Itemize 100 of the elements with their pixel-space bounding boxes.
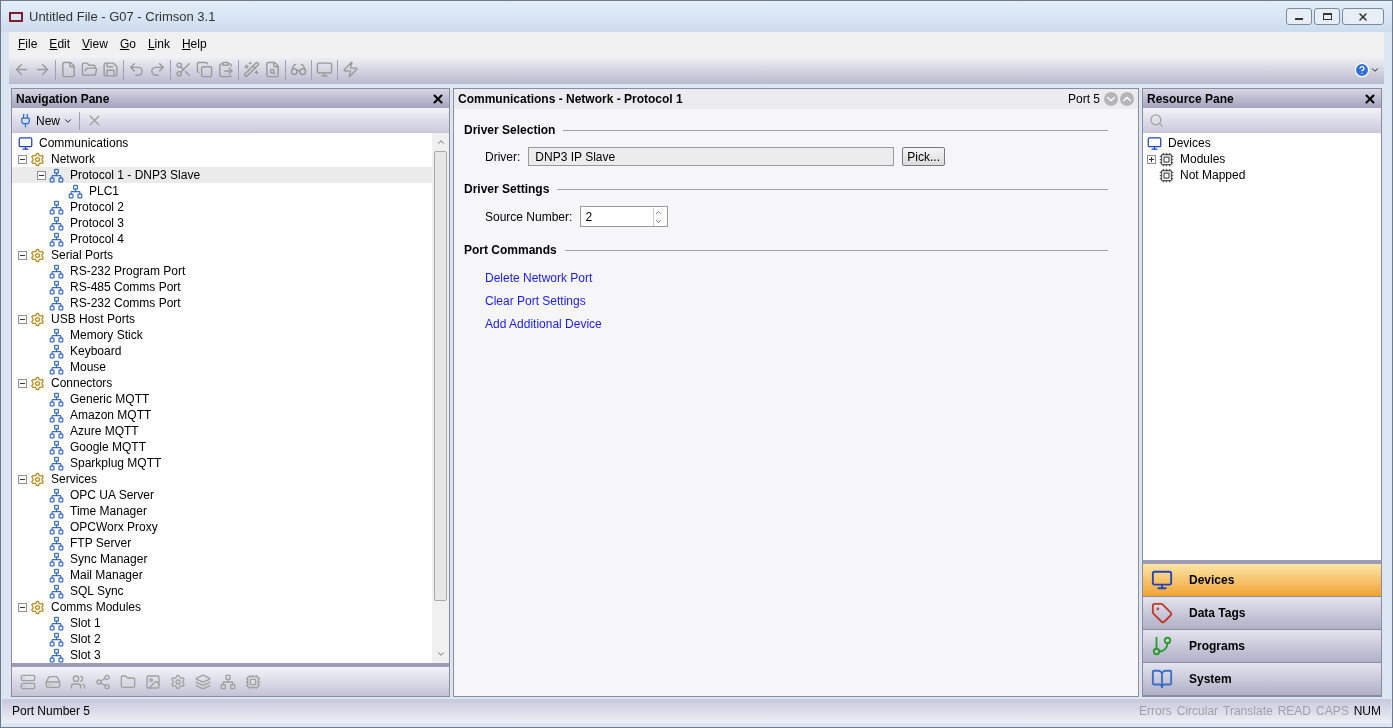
cut-icon[interactable] — [175, 61, 192, 78]
tree-item[interactable]: Memory Stick — [12, 327, 432, 343]
tree-item[interactable]: Modules — [1143, 151, 1381, 167]
tree-item[interactable]: Sync Manager — [12, 551, 432, 567]
spinner-field[interactable]: 2 — [580, 206, 669, 227]
network-icon[interactable] — [220, 673, 236, 690]
glasses-icon[interactable] — [290, 61, 307, 78]
tree-item[interactable]: Protocol 1 - DNP3 Slave — [12, 167, 432, 183]
menu-item[interactable]: Help — [176, 34, 212, 53]
menu-item[interactable]: Go — [114, 34, 141, 53]
lightning-icon[interactable] — [342, 61, 359, 78]
forward-icon[interactable] — [34, 61, 51, 78]
tree-item[interactable]: Sparkplug MQTT — [12, 455, 432, 471]
wand-icon[interactable] — [243, 61, 260, 78]
tree-item[interactable]: FTP Server — [12, 535, 432, 551]
tree-item[interactable]: SQL Sync — [12, 583, 432, 599]
category-tab[interactable]: System — [1143, 663, 1381, 696]
new-button[interactable]: New — [18, 111, 73, 130]
layers-icon[interactable] — [195, 673, 211, 690]
tree-item[interactable]: Communications — [12, 135, 432, 151]
server-icon[interactable] — [20, 673, 36, 690]
tree-item[interactable]: Network — [12, 151, 432, 167]
users-icon[interactable] — [70, 673, 86, 690]
close-icon[interactable] — [1363, 91, 1377, 106]
tree-item[interactable]: Serial Ports — [12, 247, 432, 263]
tree-item[interactable]: Not Mapped — [1143, 167, 1381, 183]
collapse-toggle[interactable] — [18, 154, 27, 164]
tree-item[interactable]: PLC1 — [12, 183, 432, 199]
search-icon[interactable] — [1149, 113, 1164, 128]
tree-item[interactable]: Mouse — [12, 359, 432, 375]
tree-item[interactable]: Slot 3 — [12, 647, 432, 663]
menu-item[interactable]: View — [77, 34, 113, 53]
minimize-button[interactable] — [1286, 8, 1312, 25]
collapse-toggle[interactable] — [37, 170, 46, 180]
tree-item[interactable]: Time Manager — [12, 503, 432, 519]
tree-item[interactable]: Mail Manager — [12, 567, 432, 583]
tree-item[interactable]: Comms Modules — [12, 599, 432, 615]
scrollbar[interactable] — [432, 133, 449, 663]
tree-item[interactable]: OPCWorx Proxy — [12, 519, 432, 535]
undo-icon[interactable] — [128, 61, 145, 78]
expand-toggle[interactable] — [1147, 154, 1156, 164]
collapse-toggle[interactable] — [18, 378, 27, 388]
collapse-toggle[interactable] — [18, 250, 27, 260]
category-tab[interactable]: Devices — [1143, 564, 1381, 597]
up-icon[interactable] — [1120, 92, 1134, 106]
tree-item[interactable]: Services — [12, 471, 432, 487]
category-tab[interactable]: Data Tags — [1143, 597, 1381, 630]
new-file-icon[interactable] — [60, 61, 77, 78]
hierarchy-icon[interactable] — [95, 673, 111, 690]
save-icon[interactable] — [102, 61, 119, 78]
folder-icon[interactable] — [120, 673, 136, 690]
tree-item[interactable]: Slot 1 — [12, 615, 432, 631]
category-tab[interactable]: Programs — [1143, 630, 1381, 663]
tree-item[interactable]: Protocol 3 — [12, 215, 432, 231]
chip-icon[interactable] — [245, 673, 261, 690]
image-icon[interactable] — [145, 673, 161, 690]
scroll-down-icon[interactable] — [435, 649, 446, 659]
command-link[interactable]: Delete Network Port — [485, 269, 593, 287]
tree-item[interactable]: Google MQTT — [12, 439, 432, 455]
find-icon[interactable] — [264, 61, 281, 78]
tree-item[interactable]: Protocol 2 — [12, 199, 432, 215]
command-link[interactable]: Clear Port Settings — [485, 292, 586, 310]
driver-field[interactable]: DNP3 IP Slave — [528, 147, 895, 166]
menu-item[interactable]: File — [13, 34, 43, 53]
open-icon[interactable] — [81, 61, 98, 78]
back-icon[interactable] — [13, 61, 30, 78]
pick-button[interactable]: Pick... — [902, 147, 945, 166]
menu-item[interactable]: Edit — [44, 34, 76, 53]
tree-item[interactable]: Protocol 4 — [12, 231, 432, 247]
help-icon[interactable] — [1354, 61, 1370, 78]
command-link[interactable]: Add Additional Device — [485, 315, 602, 333]
close-icon[interactable] — [431, 91, 445, 106]
field-label: Driver: — [485, 148, 521, 166]
tree-item[interactable]: Devices — [1143, 135, 1381, 151]
tree-item[interactable]: OPC UA Server — [12, 487, 432, 503]
tree-item[interactable]: Keyboard — [12, 343, 432, 359]
menu-item[interactable]: Link — [142, 34, 175, 53]
down-icon[interactable] — [1104, 92, 1118, 106]
redo-icon[interactable] — [149, 61, 166, 78]
monitor-icon[interactable] — [316, 61, 333, 78]
tree-item[interactable]: Amazon MQTT — [12, 407, 432, 423]
tree-item[interactable]: Connectors — [12, 375, 432, 391]
tree-item[interactable]: Generic MQTT — [12, 391, 432, 407]
gear-icon[interactable] — [170, 673, 186, 690]
paste-icon[interactable] — [217, 61, 234, 78]
collapse-toggle[interactable] — [18, 474, 27, 484]
tree-item[interactable]: RS-485 Comms Port — [12, 279, 432, 295]
tree-item[interactable]: USB Host Ports — [12, 311, 432, 327]
tree-item[interactable]: Slot 2 — [12, 631, 432, 647]
maximize-button[interactable] — [1314, 8, 1340, 25]
tree-item[interactable]: RS-232 Program Port — [12, 263, 432, 279]
tree-item[interactable]: Azure MQTT — [12, 423, 432, 439]
collapse-toggle[interactable] — [18, 602, 27, 612]
drive-icon[interactable] — [45, 673, 61, 690]
gear-icon — [30, 247, 45, 263]
tree-item[interactable]: RS-232 Comms Port — [12, 295, 432, 311]
copy-icon[interactable] — [196, 61, 213, 78]
scroll-up-icon[interactable] — [435, 137, 446, 147]
collapse-toggle[interactable] — [18, 314, 27, 324]
network-icon — [49, 167, 64, 183]
